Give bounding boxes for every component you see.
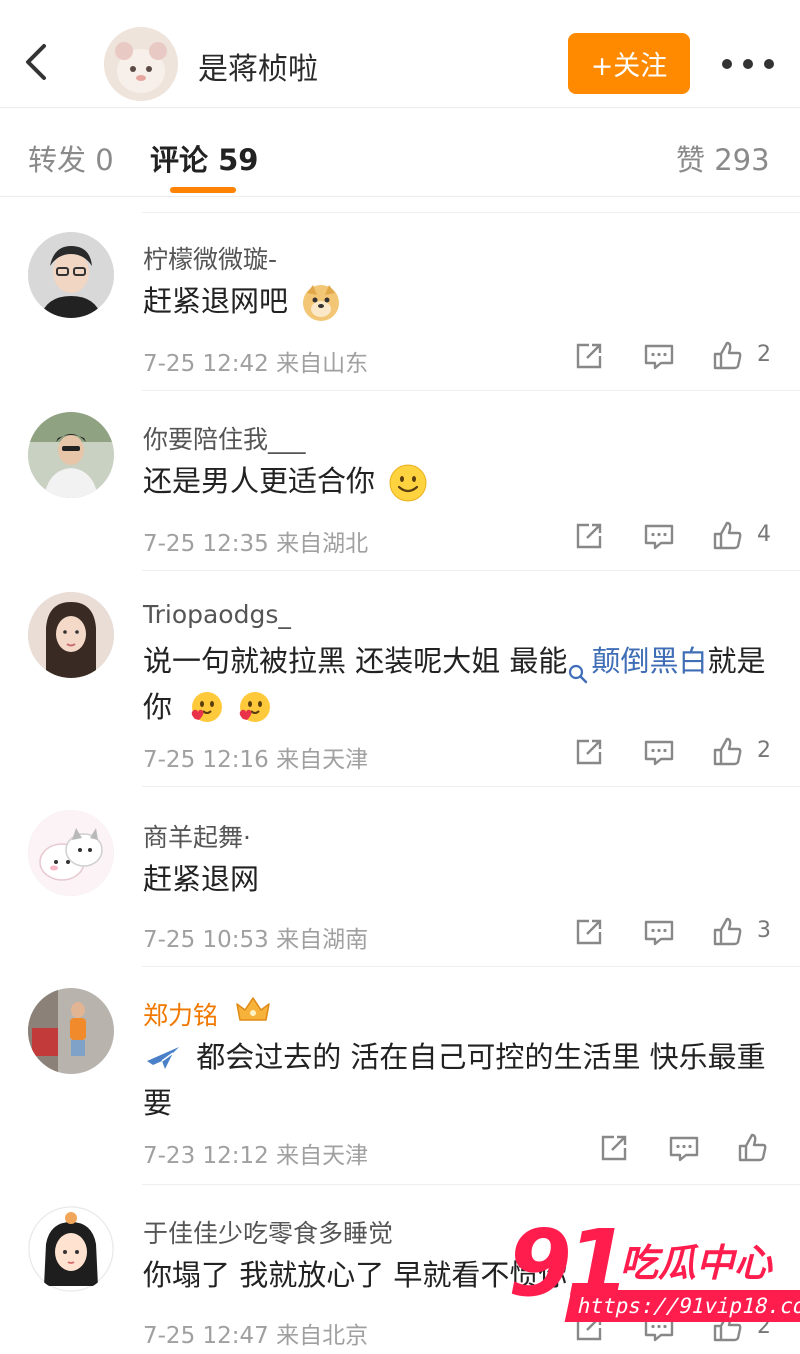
like-count: 2 bbox=[757, 342, 771, 367]
more-icon[interactable] bbox=[722, 46, 774, 82]
comment-location: 来自天津 bbox=[276, 1143, 369, 1169]
divider bbox=[142, 786, 800, 787]
search-icon bbox=[567, 652, 589, 684]
comment-text: 赶紧退网吧 bbox=[143, 278, 783, 324]
comment-actions: 2 bbox=[573, 736, 773, 772]
reply-icon[interactable] bbox=[643, 340, 675, 376]
tab-likes[interactable]: 赞 293 bbox=[676, 137, 770, 179]
comment-meta: 7-25 12:16 来自天津 bbox=[143, 740, 368, 774]
tab-forward[interactable]: 转发 0 bbox=[28, 137, 114, 179]
comment-meta: 7-25 10:53 来自湖南 bbox=[143, 920, 368, 954]
heart-blush-emoji-icon bbox=[185, 689, 225, 729]
avatar[interactable] bbox=[28, 232, 114, 318]
comment-meta: 7-23 12:12 来自天津 bbox=[143, 1136, 368, 1170]
doge-emoji-icon bbox=[301, 283, 341, 323]
back-icon[interactable] bbox=[18, 40, 58, 84]
comment-actions: 2 bbox=[573, 340, 773, 376]
share-icon[interactable] bbox=[573, 916, 605, 952]
comment-location: 来自山东 bbox=[276, 351, 369, 377]
commenter-name[interactable]: 郑力铭 bbox=[143, 996, 218, 1032]
comment-time: 7-25 10:53 bbox=[143, 927, 269, 953]
like-icon[interactable] bbox=[711, 736, 743, 772]
watermark-url: https://91vip18.com bbox=[564, 1290, 800, 1322]
like-icon[interactable] bbox=[711, 916, 743, 952]
divider bbox=[142, 966, 800, 967]
header-username[interactable]: 是蒋桢啦 bbox=[198, 44, 318, 88]
commenter-name[interactable]: 于佳佳少吃零食多睡觉 bbox=[143, 1214, 393, 1250]
comment-location: 来自天津 bbox=[276, 747, 369, 773]
avatar[interactable] bbox=[28, 988, 114, 1074]
divider bbox=[142, 1184, 800, 1185]
comment-meta: 7-25 12:47 来自北京 bbox=[143, 1316, 368, 1350]
like-icon[interactable] bbox=[711, 520, 743, 556]
tab-active-indicator bbox=[170, 187, 236, 193]
share-icon[interactable] bbox=[598, 1132, 630, 1168]
watermark-title: 吃瓜中心 bbox=[620, 1241, 773, 1285]
commenter-name[interactable]: 柠檬微微璇- bbox=[143, 240, 277, 276]
reply-icon[interactable] bbox=[668, 1132, 700, 1168]
avatar[interactable] bbox=[28, 810, 114, 896]
topic-link[interactable]: 颠倒黑白 bbox=[567, 644, 707, 684]
comment-time: 7-25 12:42 bbox=[143, 351, 269, 377]
comment-actions bbox=[598, 1132, 798, 1168]
watermark-logo: 91 吃瓜中心 https://91vip18.com bbox=[508, 1218, 800, 1342]
comment-actions: 3 bbox=[573, 916, 773, 952]
commenter-name[interactable]: 商羊起舞· bbox=[143, 818, 251, 854]
comment-text: 说一句就被拉黑 还装呢大姐 最能 颠倒黑白就是你 bbox=[143, 638, 783, 730]
avatar[interactable] bbox=[28, 412, 114, 498]
reply-icon[interactable] bbox=[643, 916, 675, 952]
divider bbox=[142, 570, 800, 571]
like-count: 3 bbox=[757, 918, 771, 943]
divider bbox=[142, 212, 800, 213]
comment-location: 来自北京 bbox=[276, 1323, 369, 1349]
comment-time: 7-23 12:12 bbox=[143, 1143, 269, 1169]
airplane-icon bbox=[143, 1039, 183, 1079]
comment-meta: 7-25 12:42 来自山东 bbox=[143, 344, 368, 378]
divider bbox=[142, 390, 800, 391]
header-avatar[interactable] bbox=[104, 27, 178, 101]
like-count: 4 bbox=[757, 522, 771, 547]
crown-icon bbox=[234, 994, 272, 1024]
comment-text: 赶紧退网 bbox=[143, 862, 260, 896]
comment-text: 都会过去的 活在自己可控的生活里 快乐最重要 bbox=[143, 1039, 766, 1120]
avatar[interactable] bbox=[28, 1206, 114, 1292]
like-count: 2 bbox=[757, 738, 771, 763]
follow-button[interactable]: +关注 bbox=[568, 33, 690, 94]
avatar[interactable] bbox=[28, 592, 114, 678]
share-icon[interactable] bbox=[573, 736, 605, 772]
commenter-name[interactable]: Triopaodgs_ bbox=[143, 600, 291, 629]
heart-blush-emoji-icon bbox=[233, 689, 273, 729]
reply-icon[interactable] bbox=[643, 520, 675, 556]
comment-location: 来自湖北 bbox=[276, 531, 369, 557]
comment-meta: 7-25 12:35 来自湖北 bbox=[143, 524, 368, 558]
tab-comments[interactable]: 评论 59 bbox=[150, 137, 258, 179]
commenter-name[interactable]: 你要陪住我___ bbox=[143, 420, 306, 456]
share-icon[interactable] bbox=[573, 520, 605, 556]
tab-bar: 转发 0 评论 59 赞 293 bbox=[0, 109, 800, 197]
like-icon[interactable] bbox=[736, 1132, 768, 1168]
reply-icon[interactable] bbox=[643, 736, 675, 772]
comment-actions: 4 bbox=[573, 520, 773, 556]
comment-location: 来自湖南 bbox=[276, 927, 369, 953]
top-bar: 是蒋桢啦 +关注 bbox=[0, 0, 800, 108]
share-icon[interactable] bbox=[573, 340, 605, 376]
comment-time: 7-25 12:35 bbox=[143, 531, 269, 557]
comment-time: 7-25 12:47 bbox=[143, 1323, 269, 1349]
comment-time: 7-25 12:16 bbox=[143, 747, 269, 773]
smile-emoji-icon bbox=[388, 463, 428, 503]
comment-text: 还是男人更适合你 bbox=[143, 458, 783, 504]
like-icon[interactable] bbox=[711, 340, 743, 376]
